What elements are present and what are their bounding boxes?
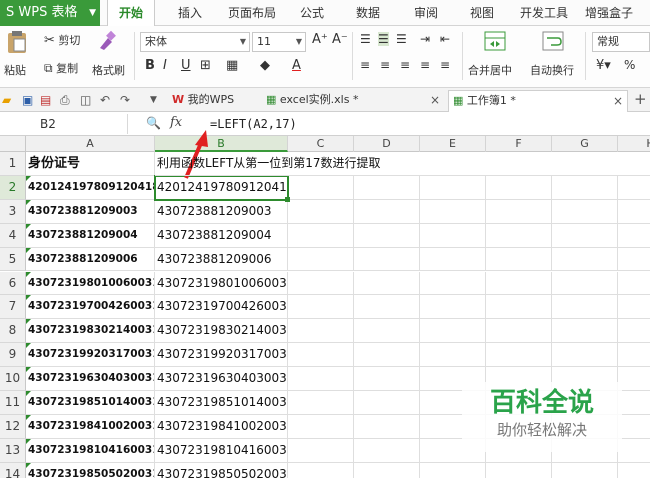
- watermark-subtitle: 助你轻松解决: [496, 421, 587, 439]
- watermark: 百科全说 助你轻松解决: [462, 382, 622, 452]
- watermark-title: 百科全说: [489, 388, 594, 418]
- cell-b[interactable]: 利用函数LEFT从第一位到第17数进行提取: [155, 152, 555, 176]
